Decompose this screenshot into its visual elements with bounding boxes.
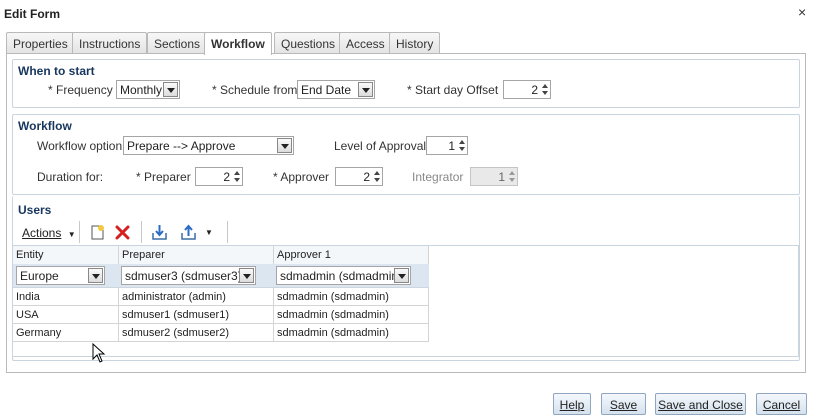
schedule-from-value: End Date (301, 83, 352, 97)
delete-row-button[interactable] (115, 225, 130, 243)
import-icon (152, 225, 167, 240)
integrator-duration-label: Integrator (412, 170, 464, 184)
schedule-from-select[interactable]: End Date (297, 80, 375, 99)
level-of-approval-spinner[interactable]: 1 (426, 136, 468, 155)
entity-filter-value: Europe (20, 269, 59, 283)
start-day-offset-label: * Start day Offset (407, 83, 499, 97)
level-of-approval-label: Level of Approval (334, 139, 427, 153)
preparer-duration-label: * Preparer (136, 170, 191, 184)
approver-duration-spinner[interactable]: 2 (335, 167, 383, 186)
approver-filter-value: sdmadmin (sdmadmin) (280, 269, 403, 283)
preparer-filter-select[interactable]: sdmuser3 (sdmuser3) (121, 266, 256, 285)
close-icon[interactable]: × (798, 4, 806, 20)
preparer-filter-value: sdmuser3 (sdmuser3) (125, 269, 242, 283)
cell-preparer: sdmuser2 (sdmuser2) (119, 324, 274, 342)
start-day-offset-value: 2 (531, 83, 538, 97)
workflow-option-select[interactable]: Prepare --> Approve (123, 136, 294, 155)
users-grid: Entity Preparer Approver 1 Europe sdmuse… (12, 245, 799, 357)
cell-entity: Germany (13, 324, 119, 342)
cell-preparer: administrator (admin) (119, 288, 274, 306)
spin-down-icon[interactable] (457, 145, 467, 153)
actions-label: Actions (22, 226, 62, 240)
filter-row: Europe sdmuser3 (sdmuser3) sdmadmin (sdm… (13, 264, 429, 288)
chevron-down-icon: ▼ (67, 230, 76, 239)
save-and-close-button-label: Save and Close (658, 398, 743, 412)
save-button-label: Save (609, 398, 638, 412)
export-menu-chevron[interactable]: ▼ (205, 228, 213, 237)
chevron-down-icon[interactable] (163, 82, 178, 97)
spin-down-icon[interactable] (372, 176, 382, 184)
workflow-option-label: Workflow option (37, 139, 123, 153)
level-of-approval-value: 1 (448, 139, 455, 153)
chevron-down-icon[interactable] (88, 268, 103, 283)
column-header-entity[interactable]: Entity (13, 246, 119, 264)
chevron-down-icon[interactable] (394, 268, 409, 283)
schedule-from-label: * Schedule from (212, 83, 298, 97)
chevron-down-icon[interactable] (277, 138, 292, 153)
toolbar-separator (227, 221, 228, 243)
cancel-button[interactable]: Cancel (756, 393, 807, 415)
spin-down-icon (507, 176, 517, 184)
tab-access[interactable]: Access (339, 32, 392, 54)
cell-entity: USA (13, 306, 119, 324)
help-button[interactable]: Help (553, 393, 591, 415)
export-button[interactable] (180, 224, 197, 244)
column-header-approver[interactable]: Approver 1 (274, 246, 429, 264)
cell-preparer: sdmuser1 (sdmuser1) (119, 306, 274, 324)
tab-workflow[interactable]: Workflow (204, 32, 272, 55)
approver-duration-label: * Approver (273, 170, 330, 184)
start-day-offset-spinner[interactable]: 2 (503, 80, 551, 99)
export-icon (181, 224, 196, 240)
section-title-workflow: Workflow (18, 119, 72, 133)
save-and-close-button[interactable]: Save and Close (655, 393, 746, 415)
delete-icon (115, 225, 130, 240)
column-header-preparer[interactable]: Preparer (119, 246, 274, 264)
cell-entity: India (13, 288, 119, 306)
dialog-title: Edit Form (4, 7, 60, 21)
preparer-duration-spinner[interactable]: 2 (195, 167, 243, 186)
actions-menu-button[interactable]: Actions ▼ (22, 226, 76, 240)
spin-down-icon[interactable] (232, 176, 242, 184)
tab-instructions[interactable]: Instructions (72, 32, 148, 54)
duration-for-label: Duration for: (37, 170, 104, 184)
new-row-button[interactable] (90, 224, 106, 244)
frequency-value: Monthly (120, 83, 163, 97)
cell-approver: sdmadmin (sdmadmin) (274, 288, 429, 306)
preparer-duration-value: 2 (223, 170, 230, 184)
new-icon (91, 225, 104, 240)
tab-questions[interactable]: Questions (274, 32, 343, 54)
approver-duration-value: 2 (363, 170, 370, 184)
frequency-select[interactable]: Monthly (116, 80, 180, 99)
frequency-label: * Frequency (48, 83, 113, 97)
entity-filter-select[interactable]: Europe (16, 266, 105, 285)
integrator-duration-spinner: 1 (470, 167, 518, 186)
approver-filter-select[interactable]: sdmadmin (sdmadmin) (276, 266, 411, 285)
cell-approver: sdmadmin (sdmadmin) (274, 306, 429, 324)
mouse-pointer-icon (92, 343, 106, 363)
tab-properties[interactable]: Properties (6, 32, 75, 54)
import-button[interactable] (151, 224, 168, 244)
chevron-down-icon: ▼ (205, 228, 213, 237)
save-button[interactable]: Save (601, 393, 646, 415)
section-title-when-to-start: When to start (18, 64, 95, 78)
section-title-users: Users (18, 203, 52, 217)
chevron-down-icon[interactable] (358, 82, 373, 97)
spin-down-icon[interactable] (540, 89, 550, 97)
cancel-button-label: Cancel (762, 398, 801, 412)
chevron-down-icon[interactable] (239, 268, 254, 283)
help-button-label: Help (559, 398, 585, 412)
workflow-option-value: Prepare --> Approve (127, 139, 236, 153)
cell-approver: sdmadmin (sdmadmin) (274, 324, 429, 342)
tab-history[interactable]: History (389, 32, 441, 54)
integrator-duration-value: 1 (498, 170, 505, 184)
toolbar-separator (79, 221, 80, 243)
tab-sections[interactable]: Sections (147, 32, 208, 54)
toolbar-separator (141, 221, 142, 243)
